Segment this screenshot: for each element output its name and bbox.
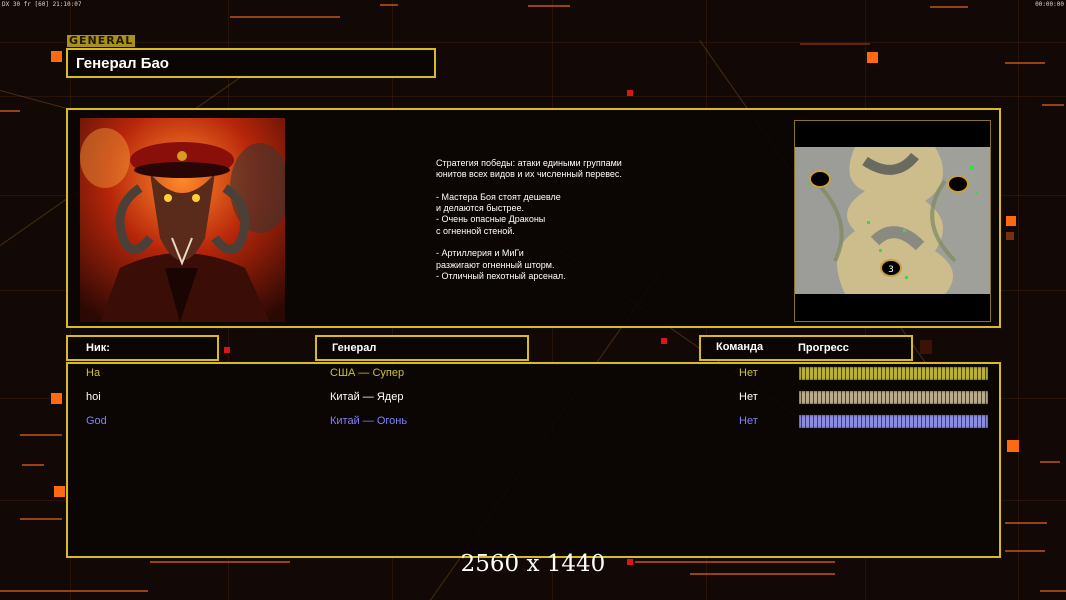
general-name-panel: Генерал Бао [66, 48, 436, 78]
description-line [436, 181, 656, 192]
nick-header-label: Ник: [86, 342, 110, 354]
description-line: с огненной стеной. [436, 225, 515, 236]
general-tag: GENERAL [67, 34, 136, 47]
team-header-label: Команда [716, 341, 764, 353]
hud-clock-right: 00:00:00 [1035, 1, 1064, 8]
general-description: Стратегия победы: атаки едиными группами… [436, 158, 656, 282]
description-line: и делаются быстрее. [436, 203, 524, 214]
player-team[interactable]: Нет [739, 415, 758, 427]
general-name: Генерал Бао [76, 55, 169, 72]
description-line: - Артиллерия и МиГи [436, 248, 524, 259]
general-portrait [80, 118, 285, 322]
column-header-team-progress: Команда Прогресс [699, 335, 913, 361]
player-general[interactable]: Китай — Ядер [330, 391, 403, 403]
player-row: God Китай — Огонь Нет [68, 412, 999, 432]
description-line: - Отличный пехотный арсенал. [436, 270, 566, 281]
player-nick: hoi [86, 391, 101, 403]
general-info-panel: Стратегия победы: атаки едиными группами… [66, 108, 1001, 328]
players-panel: Ha США — Супер Нет hoi Китай — Ядер Нет … [66, 362, 1001, 558]
column-header-nick: Ник: [66, 335, 219, 361]
player-progress-bar [799, 415, 988, 428]
description-line: разжигают огненный шторм. [436, 259, 555, 270]
player-row: Ha США — Супер Нет [68, 364, 999, 384]
column-header-general: Генерал [315, 335, 529, 361]
player-progress-bar [799, 367, 988, 380]
general-header-label: Генерал [332, 342, 377, 354]
player-nick: God [86, 415, 107, 427]
player-team[interactable]: Нет [739, 391, 758, 403]
map-preview: 3 [794, 120, 991, 322]
description-line: - Мастера Боя стоят дешевле [436, 191, 561, 202]
map-start-marker: 3 [888, 265, 894, 275]
player-team[interactable]: Нет [739, 367, 758, 379]
hud-status-left: DX 30 fr [60] 21:10:07 [2, 1, 82, 8]
description-line: Стратегия победы: атаки едиными группами [436, 158, 622, 168]
resolution-watermark: 2560 x 1440 [460, 551, 606, 577]
progress-header-label: Прогресс [798, 342, 849, 354]
description-line: - Очень опасные Драконы [436, 214, 546, 225]
player-progress-bar [799, 391, 988, 404]
player-general[interactable]: США — Супер [330, 367, 404, 379]
player-row: hoi Китай — Ядер Нет [68, 388, 999, 408]
player-nick: Ha [86, 367, 101, 379]
player-general[interactable]: Китай — Огонь [330, 415, 407, 427]
description-line [436, 237, 656, 248]
description-line: юнитов всех видов и их численный перевес… [436, 169, 622, 180]
